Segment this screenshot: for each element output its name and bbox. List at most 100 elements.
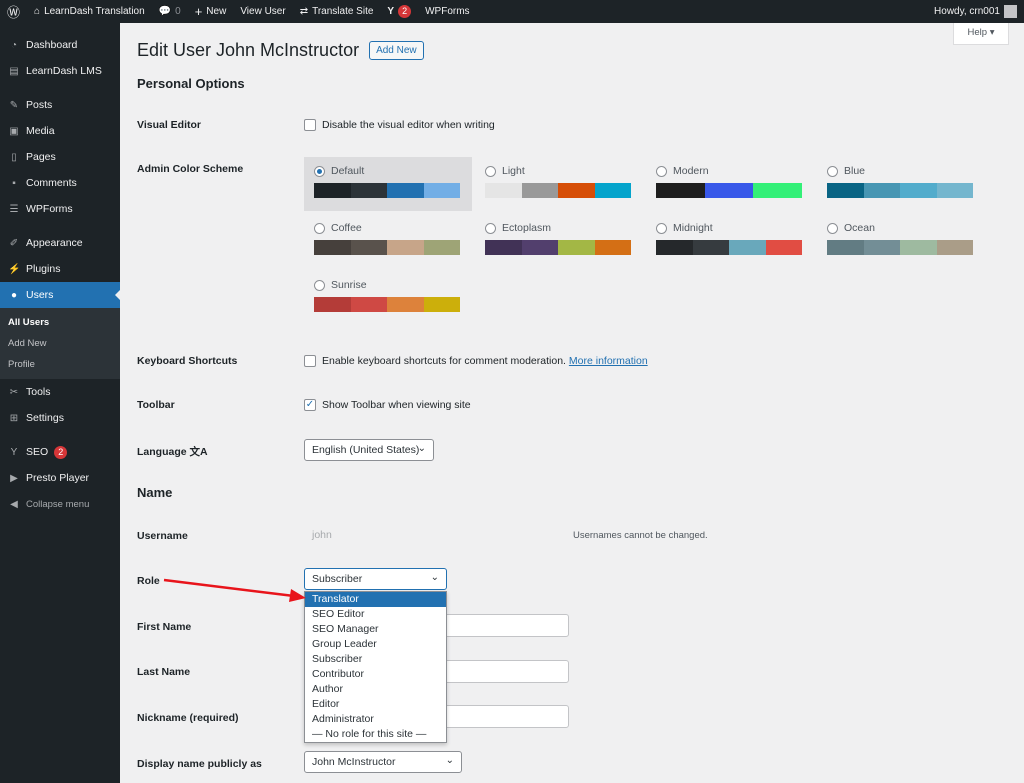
radio-button[interactable]: [485, 222, 496, 234]
visual-editor-checkbox[interactable]: Disable the visual editor when writing: [304, 119, 495, 132]
wpforms-link[interactable]: WPForms: [418, 0, 476, 23]
color-scheme-label: Admin Color Scheme: [137, 163, 244, 175]
toolbar-label: Toolbar: [137, 399, 175, 411]
language-select[interactable]: English (United States) ⌄: [304, 439, 434, 461]
display-name-select[interactable]: John McInstructor ⌄: [304, 751, 462, 773]
submenu-item-add-new[interactable]: Add New: [0, 333, 120, 354]
users-submenu: All Users Add New Profile: [0, 308, 120, 379]
comment-icon: 💬: [158, 6, 172, 17]
my-account[interactable]: Howdy, crn001: [927, 0, 1024, 23]
sidebar-item-appearance[interactable]: ✐ Appearance: [0, 230, 120, 256]
view-user-link[interactable]: View User: [233, 0, 292, 23]
learndash-icon: ▤: [9, 65, 19, 77]
color-swatch: [827, 240, 864, 255]
radio-button[interactable]: [827, 165, 838, 177]
color-scheme-modern[interactable]: Modern: [646, 157, 814, 211]
color-swatch: [594, 240, 631, 255]
red-arrow-annotation: [163, 578, 306, 602]
radio-button[interactable]: [314, 279, 325, 291]
color-swatches: [314, 183, 460, 198]
color-swatch: [350, 183, 387, 198]
role-option[interactable]: Editor: [305, 697, 446, 712]
sidebar-item-collapse-menu[interactable]: ◀ Collapse menu: [0, 491, 120, 517]
sidebar-item-comments[interactable]: ▪ Comments: [0, 170, 120, 196]
role-option[interactable]: Group Leader: [305, 637, 446, 652]
site-name-link[interactable]: ⌂ LearnDash Translation: [27, 0, 152, 23]
color-swatches: [314, 297, 460, 312]
comments-link[interactable]: 💬 0: [152, 0, 188, 23]
sidebar-item-tools[interactable]: ✂ Tools: [0, 379, 120, 405]
color-swatches: [827, 183, 973, 198]
radio-button[interactable]: [656, 165, 667, 177]
color-scheme-ocean[interactable]: Ocean: [817, 214, 985, 268]
admin-bar: Ⓦ ⌂ LearnDash Translation 💬 0 + New View Us…: [0, 0, 1024, 23]
color-swatch: [863, 183, 900, 198]
radio-button[interactable]: [656, 222, 667, 234]
sidebar-item-learndash-lms[interactable]: ▤ LearnDash LMS: [0, 58, 120, 84]
color-swatch: [558, 240, 595, 255]
radio-button[interactable]: [314, 222, 325, 234]
color-scheme-coffee[interactable]: Coffee: [304, 214, 472, 268]
pages-icon: ▯: [11, 151, 17, 163]
sidebar-item-posts[interactable]: ✎ Posts: [0, 92, 120, 118]
yoast-link[interactable]: Y2: [380, 0, 418, 23]
help-button[interactable]: Help ▾: [953, 23, 1009, 45]
keyboard-shortcuts-checkbox[interactable]: Enable keyboard shortcuts for comment mo…: [304, 355, 648, 368]
submenu-item-all-users[interactable]: All Users: [0, 312, 120, 333]
wordpress-logo-icon[interactable]: Ⓦ: [0, 0, 27, 23]
sidebar-item-pages[interactable]: ▯ Pages: [0, 144, 120, 170]
color-scheme-light[interactable]: Light: [475, 157, 643, 211]
role-option[interactable]: Translator: [305, 592, 446, 607]
sidebar-item-seo[interactable]: Y SEO 2: [0, 439, 120, 465]
radio-button[interactable]: [485, 165, 496, 177]
wpforms-icon: ☰: [9, 203, 19, 215]
color-swatch: [863, 240, 900, 255]
role-option[interactable]: Author: [305, 682, 446, 697]
translate-site-link[interactable]: ⇄ Translate Site: [293, 0, 381, 23]
role-option[interactable]: Administrator: [305, 712, 446, 727]
role-option[interactable]: SEO Editor: [305, 607, 446, 622]
sidebar-item-dashboard[interactable]: ◔ Dashboard: [0, 32, 120, 58]
color-swatches: [485, 183, 631, 198]
radio-button[interactable]: [827, 222, 838, 234]
role-select[interactable]: Subscriber ⌄: [304, 568, 447, 590]
role-option[interactable]: SEO Manager: [305, 622, 446, 637]
role-option[interactable]: Contributor: [305, 667, 446, 682]
language-label: Language 文A: [137, 446, 208, 458]
color-swatch: [423, 240, 460, 255]
color-swatches: [314, 240, 460, 255]
color-swatch: [485, 183, 522, 198]
color-scheme-sunrise[interactable]: Sunrise: [304, 271, 472, 325]
color-swatch: [387, 240, 424, 255]
add-new-button[interactable]: Add New: [369, 41, 424, 60]
chevron-down-icon: ⌄: [430, 572, 439, 583]
role-dropdown-list: Translator SEO Editor SEO Manager Group Lea…: [304, 591, 447, 743]
sidebar-item-settings[interactable]: ⊞ Settings: [0, 405, 120, 431]
sidebar-item-media[interactable]: ▣ Media: [0, 118, 120, 144]
role-option[interactable]: — No role for this site —: [305, 727, 446, 742]
color-scheme-ectoplasm[interactable]: Ectoplasm: [475, 214, 643, 268]
sidebar-item-users[interactable]: ● Users: [0, 282, 120, 308]
plugin-icon: ⚡: [8, 263, 21, 275]
yoast-icon: Y: [10, 446, 18, 458]
color-swatch: [936, 240, 973, 255]
color-swatch: [521, 240, 558, 255]
sidebar-item-presto-player[interactable]: ▶ Presto Player: [0, 465, 120, 491]
toolbar-checkbox[interactable]: ✓ Show Toolbar when viewing site: [304, 399, 471, 412]
display-name-label: Display name publicly as: [137, 758, 262, 770]
color-scheme-default[interactable]: Default: [304, 157, 472, 211]
color-scheme-blue[interactable]: Blue: [817, 157, 985, 211]
submenu-item-profile[interactable]: Profile: [0, 354, 120, 375]
section-personal-options: Personal Options: [137, 76, 245, 91]
sidebar-item-wpforms[interactable]: ☰ WPForms: [0, 196, 120, 222]
sidebar-item-plugins[interactable]: ⚡ Plugins: [0, 256, 120, 282]
collapse-icon: ◀: [10, 498, 18, 510]
radio-button[interactable]: [314, 165, 325, 177]
new-link[interactable]: + New: [188, 0, 234, 23]
more-information-link[interactable]: More information: [569, 355, 648, 367]
color-swatches: [656, 240, 802, 255]
color-scheme-midnight[interactable]: Midnight: [646, 214, 814, 268]
role-option[interactable]: Subscriber: [305, 652, 446, 667]
color-swatches: [827, 240, 973, 255]
color-swatches: [656, 183, 803, 198]
